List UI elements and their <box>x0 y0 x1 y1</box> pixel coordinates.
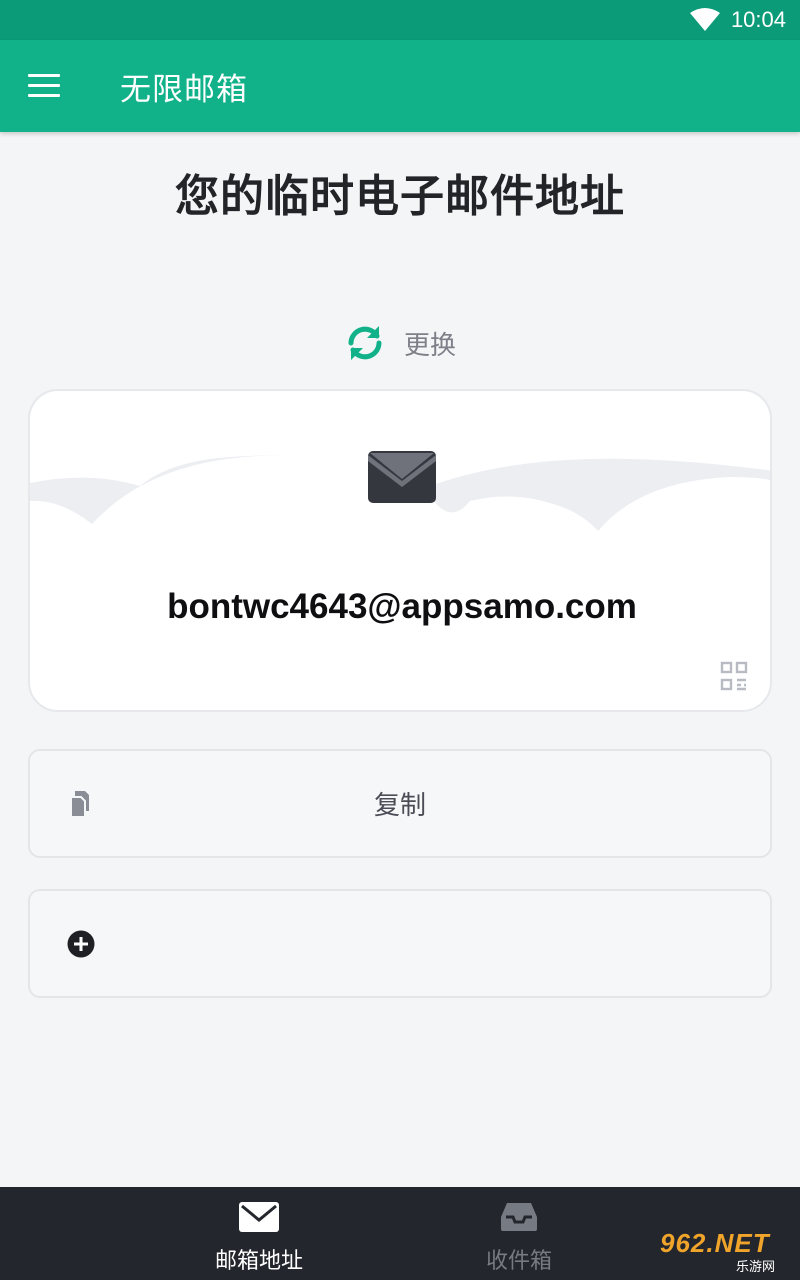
watermark-subtitle: 乐游网 <box>736 1260 776 1275</box>
status-bar: 10:04 <box>0 0 800 40</box>
menu-button[interactable] <box>0 40 94 132</box>
envelope-icon <box>368 451 436 503</box>
refresh-icon <box>348 326 382 360</box>
add-button[interactable] <box>28 889 772 998</box>
status-time: 10:04 <box>730 7 786 32</box>
email-address[interactable]: bontwc4643@appsamo.com <box>30 587 770 627</box>
cloud-background <box>30 455 770 710</box>
refresh-label: 更换 <box>403 330 456 361</box>
plus-circle-icon <box>67 930 95 957</box>
copy-label: 复制 <box>373 791 426 821</box>
copy-button[interactable]: 复制 <box>28 749 772 858</box>
nav-label-email-address: 邮箱地址 <box>214 1249 303 1274</box>
envelope-icon <box>239 1202 279 1232</box>
nav-item-email-address[interactable]: 邮箱地址 <box>129 1187 389 1280</box>
nav-label-inbox: 收件箱 <box>485 1249 552 1274</box>
wifi-icon <box>689 8 720 31</box>
watermark-logo: 962.NET 乐游网 <box>660 1228 796 1276</box>
refresh-button[interactable]: 更换 <box>0 318 800 368</box>
inbox-icon <box>501 1203 537 1231</box>
watermark-text: 962.NET <box>660 1228 770 1258</box>
qr-code-icon[interactable] <box>720 661 748 691</box>
hamburger-menu-icon <box>28 74 60 98</box>
copy-icon <box>70 790 89 818</box>
page-title: 您的临时电子邮件地址 <box>175 171 625 222</box>
app-title: 无限邮箱 <box>120 71 248 108</box>
nav-item-inbox[interactable]: 收件箱 <box>389 1187 649 1280</box>
email-card: bontwc4643@appsamo.com <box>28 389 772 712</box>
app-bar: 无限邮箱 <box>0 40 800 132</box>
